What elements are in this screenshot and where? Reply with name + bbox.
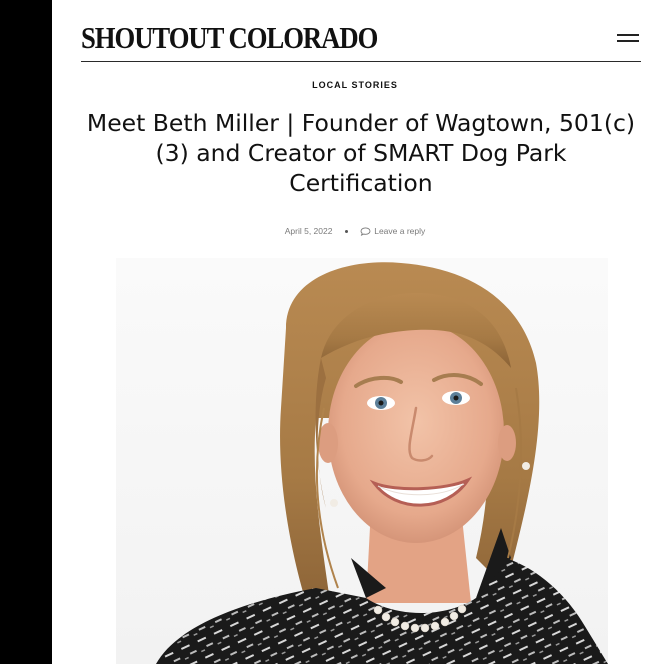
left-edge-bar	[0, 0, 52, 664]
speech-bubble-icon	[360, 227, 371, 237]
hamburger-menu-line	[617, 40, 639, 42]
menu-button[interactable]	[615, 30, 641, 46]
featured-image	[116, 258, 608, 664]
publish-date[interactable]: April 5, 2022	[285, 226, 333, 236]
site-logo[interactable]: SHOUTOUT COLORADO	[81, 20, 378, 56]
leave-reply-label: Leave a reply	[374, 226, 426, 236]
leave-reply-link[interactable]: Leave a reply	[360, 226, 426, 237]
category-link[interactable]: LOCAL STORIES	[52, 80, 658, 90]
page: SHOUTOUT COLORADO LOCAL STORIES Meet Bet…	[52, 0, 658, 664]
hamburger-menu-icon	[617, 34, 639, 36]
article-title: Meet Beth Miller | Founder of Wagtown, 5…	[86, 109, 636, 197]
portrait-illustration	[156, 262, 608, 664]
meta-separator-dot	[344, 230, 348, 234]
article-meta: April 5, 2022 Leave a reply	[52, 224, 658, 238]
site-header: SHOUTOUT COLORADO	[81, 18, 641, 62]
